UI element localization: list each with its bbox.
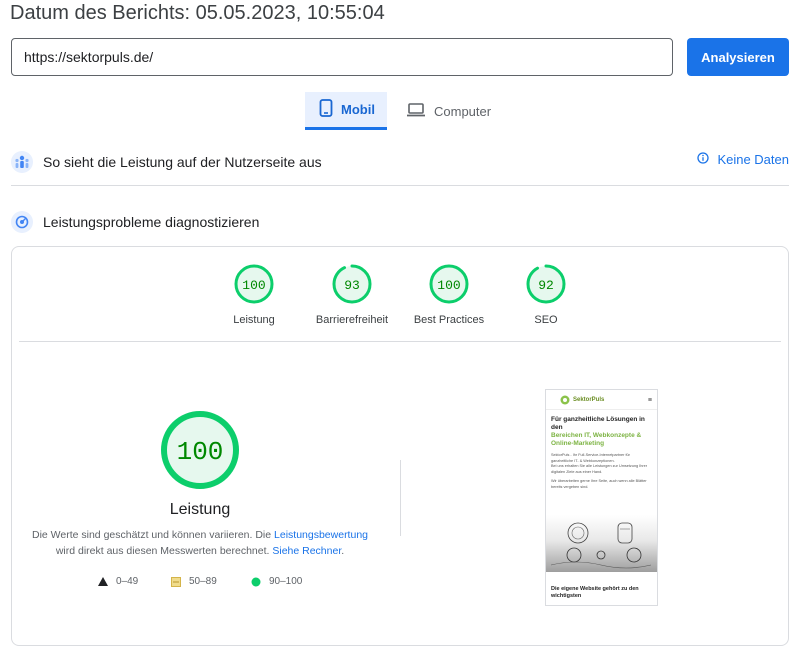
preview-header: SektorPuls ≡	[546, 390, 657, 410]
gauge-value: 100	[437, 278, 460, 293]
no-data-label: Keine Daten	[717, 152, 789, 167]
legend-item-poor: 0–49	[98, 576, 138, 587]
smartphone-icon	[319, 99, 333, 120]
vertical-divider	[400, 460, 401, 536]
calculator-link[interactable]: Siehe Rechner	[272, 545, 341, 557]
score-gauge-best-practices[interactable]: 100 Best Practices	[409, 264, 489, 326]
tab-desktop[interactable]: Computer	[392, 92, 502, 130]
legend-item-average: 50–89	[171, 576, 217, 587]
performance-score-link[interactable]: Leistungsbewertung	[274, 529, 368, 541]
lab-data-section: Leistungsprobleme diagnostizieren	[11, 209, 789, 235]
url-input[interactable]	[11, 38, 673, 76]
tab-mobile-label: Mobil	[341, 102, 375, 117]
lab-data-title: Leistungsprobleme diagnostizieren	[43, 214, 260, 230]
gauge-ring: 93	[332, 264, 372, 304]
field-data-section: So sieht die Leistung auf der Nutzerseit…	[11, 149, 789, 175]
note-text: wird direkt aus diesen Messwerten berech…	[55, 545, 273, 557]
score-gauge-accessibility[interactable]: 93 Barrierefreiheit	[312, 264, 392, 326]
analyze-button[interactable]: Analysieren	[687, 38, 789, 76]
preview-headline: Für ganzheitliche Lösungen in den	[551, 416, 645, 431]
gauge-ring: 92	[526, 264, 566, 304]
menu-icon: ≡	[647, 396, 652, 404]
preview-body: SektorPuls - Ihr Full-Service-Internetpa…	[551, 453, 630, 463]
main-score-gauge: 100	[161, 411, 239, 489]
preview-body: Wir überarbeiten gerne Ihre Seite, auch …	[551, 479, 647, 489]
legend-label: 50–89	[189, 576, 217, 587]
gauge-ring: 100	[234, 264, 274, 304]
legend-item-good: 90–100	[251, 576, 302, 587]
info-icon	[697, 152, 710, 167]
preview-brand: SektorPuls	[573, 397, 605, 403]
note-text: .	[341, 545, 345, 557]
preview-headline-accent: Bereichen IT, Webkonzepte & Online-Marke…	[551, 432, 642, 447]
circle-icon	[251, 577, 261, 586]
preview-footer-heading: Die eigene Website gehört zu den wichtig…	[551, 586, 639, 599]
gauge-label: Leistung	[233, 314, 275, 326]
triangle-icon	[98, 577, 108, 586]
laptop-icon	[406, 102, 426, 121]
gauge-label: Barrierefreiheit	[315, 314, 389, 326]
users-icon	[11, 151, 33, 173]
page-screenshot-preview[interactable]: SektorPuls ≡ Für ganzheitliche Lösungen …	[545, 389, 658, 606]
legend-label: 0–49	[116, 576, 139, 587]
score-gauge-seo[interactable]: 92 SEO	[506, 264, 586, 326]
sketch-illustration	[550, 522, 652, 569]
legend-label: 90–100	[269, 576, 303, 587]
gauge-ring: 100	[429, 264, 469, 304]
lab-icon	[11, 211, 33, 233]
logo-icon	[560, 395, 570, 405]
gauge-value: 93	[344, 278, 360, 293]
report-date: Datum des Berichts: 05.05.2023, 10:55:04	[10, 2, 385, 24]
field-data-title: So sieht die Leistung auf der Nutzerseit…	[43, 154, 322, 170]
score-gauge-performance[interactable]: 100 Leistung	[214, 264, 294, 326]
main-score-label: Leistung	[169, 501, 231, 518]
gauge-label: SEO	[534, 314, 558, 326]
gauge-value: 92	[538, 278, 554, 293]
main-score-value: 100	[177, 437, 224, 467]
preview-illustration	[546, 515, 657, 572]
square-icon	[171, 576, 181, 587]
gauge-value: 100	[242, 278, 265, 293]
gauge-label: Best Practices	[413, 314, 485, 326]
gauges-divider	[19, 341, 781, 342]
tab-mobile[interactable]: Mobil	[305, 92, 387, 130]
no-data-link[interactable]: Keine Daten	[697, 152, 789, 167]
tab-desktop-label: Computer	[434, 103, 492, 119]
section-divider	[11, 185, 789, 186]
score-note: Die Werte sind geschätzt und können vari…	[30, 527, 370, 559]
note-text: Die Werte sind geschätzt und können vari…	[31, 529, 275, 541]
preview-body: Bei uns erhalten Sie alle Leistungen zur…	[551, 464, 648, 474]
